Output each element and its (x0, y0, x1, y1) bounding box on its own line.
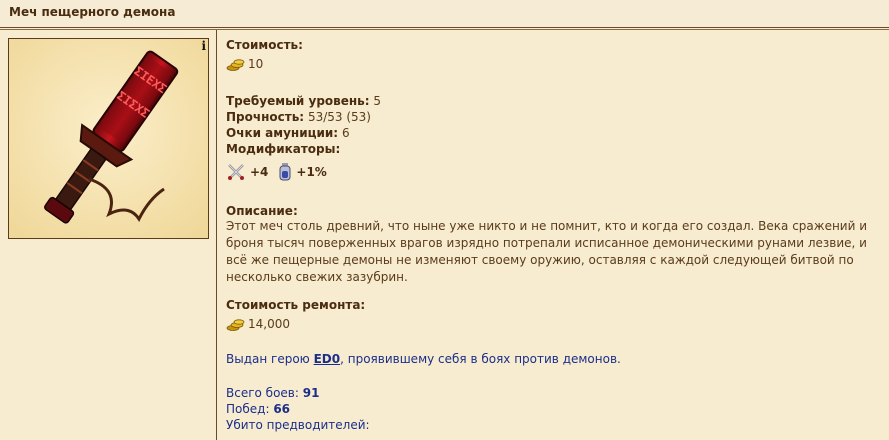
durability-label: Прочность: (226, 110, 305, 124)
leaders-row: Убито предводителей: (226, 418, 370, 432)
crossed-swords-icon (228, 164, 244, 180)
gold-icon (226, 59, 245, 71)
description-text: Этот меч столь древний, что ныне уже ник… (226, 219, 868, 284)
gold-icon (226, 319, 245, 331)
page-title: Меч пещерного демона (9, 5, 176, 19)
battles-value: 91 (302, 386, 320, 400)
modifiers-list: +4 +1% (226, 162, 333, 182)
level-row: Требуемый уровень: 5 (226, 94, 381, 108)
modifiers-label: Модификаторы: (226, 142, 341, 156)
repair-row: 14,000 (226, 316, 290, 332)
ammo-label: Очки амуниции: (226, 126, 339, 140)
given-suffix: , проявившему себя в боях против демонов… (340, 352, 621, 366)
repair-value: 14,000 (248, 317, 290, 331)
cost-value: 10 (248, 57, 264, 71)
flask-icon (279, 163, 291, 181)
repair-label: Стоимость ремонта: (226, 298, 366, 312)
wins-row: Побед: 66 (226, 402, 290, 416)
durability-row: Прочность: 53/53 (53) (226, 110, 371, 124)
cost-row: 10 (226, 56, 263, 72)
sword-image: ΣΙΕΧΣ ΣΙΣΧΣ (9, 39, 208, 238)
cost-label: Стоимость: (226, 38, 303, 52)
given-row: Выдан герою ED0, проявившему себя в боях… (226, 352, 621, 366)
hero-link[interactable]: ED0 (314, 352, 341, 366)
battles-label: Всего боев: (226, 386, 303, 400)
given-prefix: Выдан герою (226, 352, 314, 366)
durability-value: 53/53 (53) (307, 110, 371, 124)
level-label: Требуемый уровень: (226, 94, 370, 108)
ammo-value: 6 (341, 126, 350, 140)
description-label: Описание: (226, 204, 298, 218)
battles-row: Всего боев: 91 (226, 386, 319, 400)
info-icon[interactable]: i (201, 39, 206, 53)
ammo-row: Очки амуниции: 6 (226, 126, 350, 140)
wins-label: Побед: (226, 402, 274, 416)
level-value: 5 (373, 94, 382, 108)
modifier-value: +4 (250, 165, 269, 179)
item-image: ΣΙΕΧΣ ΣΙΣΧΣ i (8, 38, 209, 239)
wins-value: 66 (273, 402, 291, 416)
header-bar: Меч пещерного демона (0, 0, 889, 28)
item-image-column: ΣΙΕΧΣ ΣΙΣΧΣ i (0, 30, 217, 440)
leaders-label: Убито предводителей: (226, 418, 370, 432)
modifier-value: +1% (296, 165, 327, 179)
